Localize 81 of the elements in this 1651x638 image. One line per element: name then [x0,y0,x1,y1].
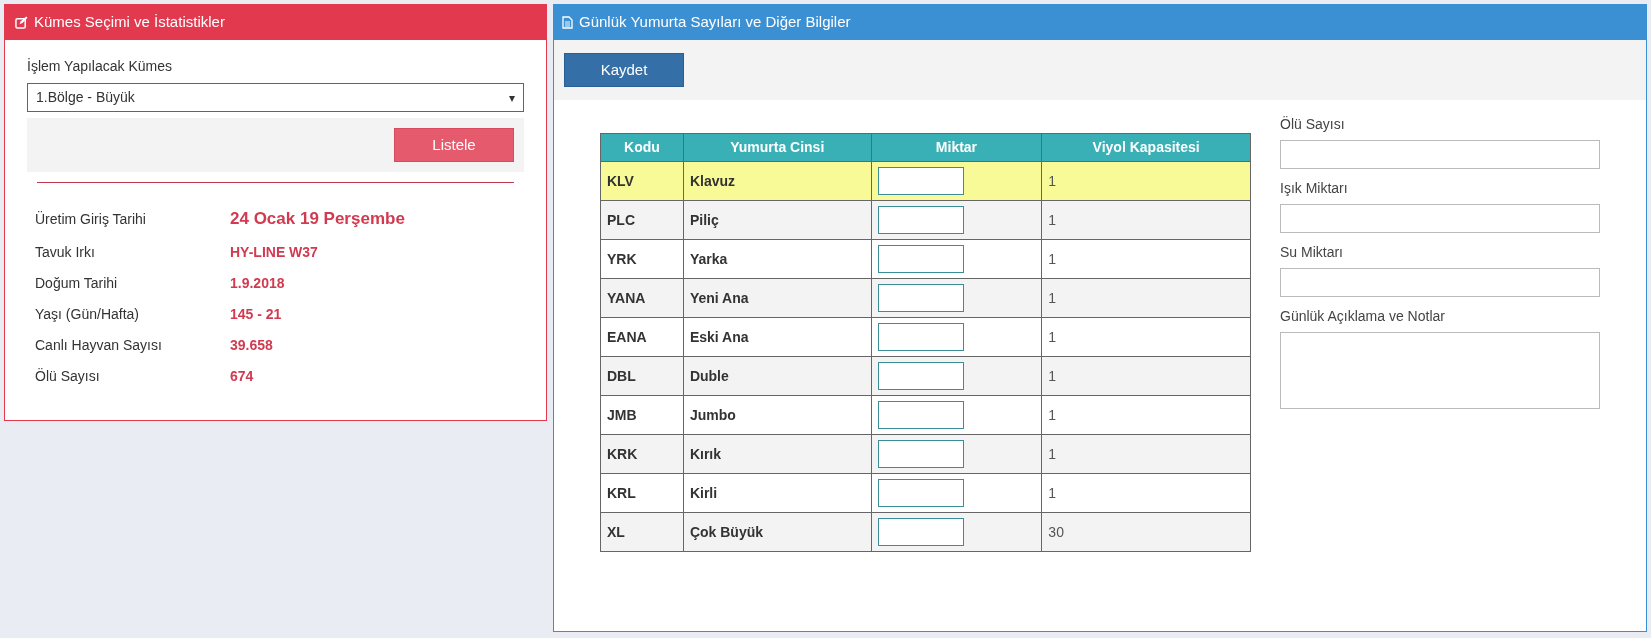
table-cell: Piliç [683,200,872,240]
quantity-field[interactable] [877,284,964,312]
table-row[interactable]: KLV Klavuz 1 [600,161,1251,201]
stat-label: Yaşı (Gün/Hafta) [34,305,140,324]
quantity-field[interactable] [877,518,964,546]
table-cell: KLV [600,161,684,201]
input-field[interactable] [1280,204,1600,233]
table-cell: EANA [600,317,684,357]
quantity-field[interactable] [877,362,964,390]
stat-label: Canlı Hayvan Sayısı [34,336,163,355]
stat-value: 145 - 21 [230,305,282,324]
quantity-field[interactable] [877,167,964,195]
table-cell: 30 [1041,512,1251,552]
field-label: Işık Miktarı [1280,179,1349,198]
table-cell: Eski Ana [683,317,872,357]
stat-value: 674 [230,367,254,386]
table-cell: 1 [1041,239,1251,279]
table-cell: XL [600,512,684,552]
table-cell: Çok Büyük [683,512,872,552]
table-cell: YANA [600,278,684,318]
field-label: Ölü Sayısı [1280,115,1346,134]
column-header: Kodu [600,133,684,162]
table-cell: Kırık [683,434,872,474]
input-field[interactable] [1280,268,1600,297]
table-cell: Jumbo [683,395,872,435]
table-cell: DBL [600,356,684,396]
stat-label: Ölü Sayısı [34,367,101,386]
input-field[interactable] [1280,140,1600,169]
table-cell: 1 [1041,200,1251,240]
field-label: Günlük Açıklama ve Notlar [1280,307,1446,326]
table-cell: JMB [600,395,684,435]
column-header: Viyol Kapasitesi [1041,133,1251,162]
edit-icon [15,16,28,29]
quantity-field[interactable] [877,245,964,273]
table-cell: 1 [1041,434,1251,474]
table-cell: 1 [1041,161,1251,201]
panel-title: Günlük Yumurta Sayıları ve Diğer Bilgiler [579,12,851,33]
table-row[interactable]: KRK Kırık 1 [600,434,1251,474]
table-cell: Klavuz [683,161,872,201]
quantity-field[interactable] [877,401,964,429]
stat-value: 1.9.2018 [230,274,285,293]
column-header: Yumurta Cinsi [683,133,872,162]
table-cell: 1 [1041,317,1251,357]
table-cell: 1 [1041,278,1251,318]
table-cell: KRL [600,473,684,513]
table-cell: PLC [600,200,684,240]
coop-select[interactable]: 1.Bölge - Büyük ▾ [27,83,524,112]
table-cell: YRK [600,239,684,279]
field-label: Su Miktarı [1280,243,1344,262]
table-row[interactable]: DBL Duble 1 [600,356,1251,396]
stat-value: 39.658 [230,336,273,355]
table-row[interactable]: YRK Yarka 1 [600,239,1251,279]
stat-label: Tavuk Irkı [34,243,96,262]
table-row[interactable]: YANA Yeni Ana 1 [600,278,1251,318]
quantity-field[interactable] [877,479,964,507]
table-cell: KRK [600,434,684,474]
stat-label: Doğum Tarihi [34,274,119,293]
save-button[interactable]: Kaydet [564,53,684,87]
select-label: İşlem Yapılacak Kümes [27,57,173,76]
table-cell: 1 [1041,395,1251,435]
table-cell: Yarka [683,239,872,279]
quantity-field[interactable] [877,440,964,468]
table-cell: Kirli [683,473,872,513]
quantity-field[interactable] [877,323,964,351]
panel-title: Kümes Seçimi ve İstatistikler [34,12,225,33]
stat-value: HY-LINE W37 [230,243,318,262]
document-icon [562,16,573,29]
quantity-field[interactable] [877,206,964,234]
stat-value: 24 Ocak 19 Perşembe [230,208,405,231]
column-header: Miktar [871,133,1042,162]
table-row[interactable]: KRL Kirli 1 [600,473,1251,513]
table-row[interactable]: JMB Jumbo 1 [600,395,1251,435]
table-cell: Duble [683,356,872,396]
notes-field[interactable] [1280,332,1600,409]
table-row[interactable]: EANA Eski Ana 1 [600,317,1251,357]
table-cell: 1 [1041,356,1251,396]
table-row[interactable]: PLC Piliç 1 [600,200,1251,240]
table-row[interactable]: XL Çok Büyük 30 [600,512,1251,552]
table-cell: 1 [1041,473,1251,513]
stat-label: Üretim Giriş Tarihi [34,209,147,229]
table-cell: Yeni Ana [683,278,872,318]
